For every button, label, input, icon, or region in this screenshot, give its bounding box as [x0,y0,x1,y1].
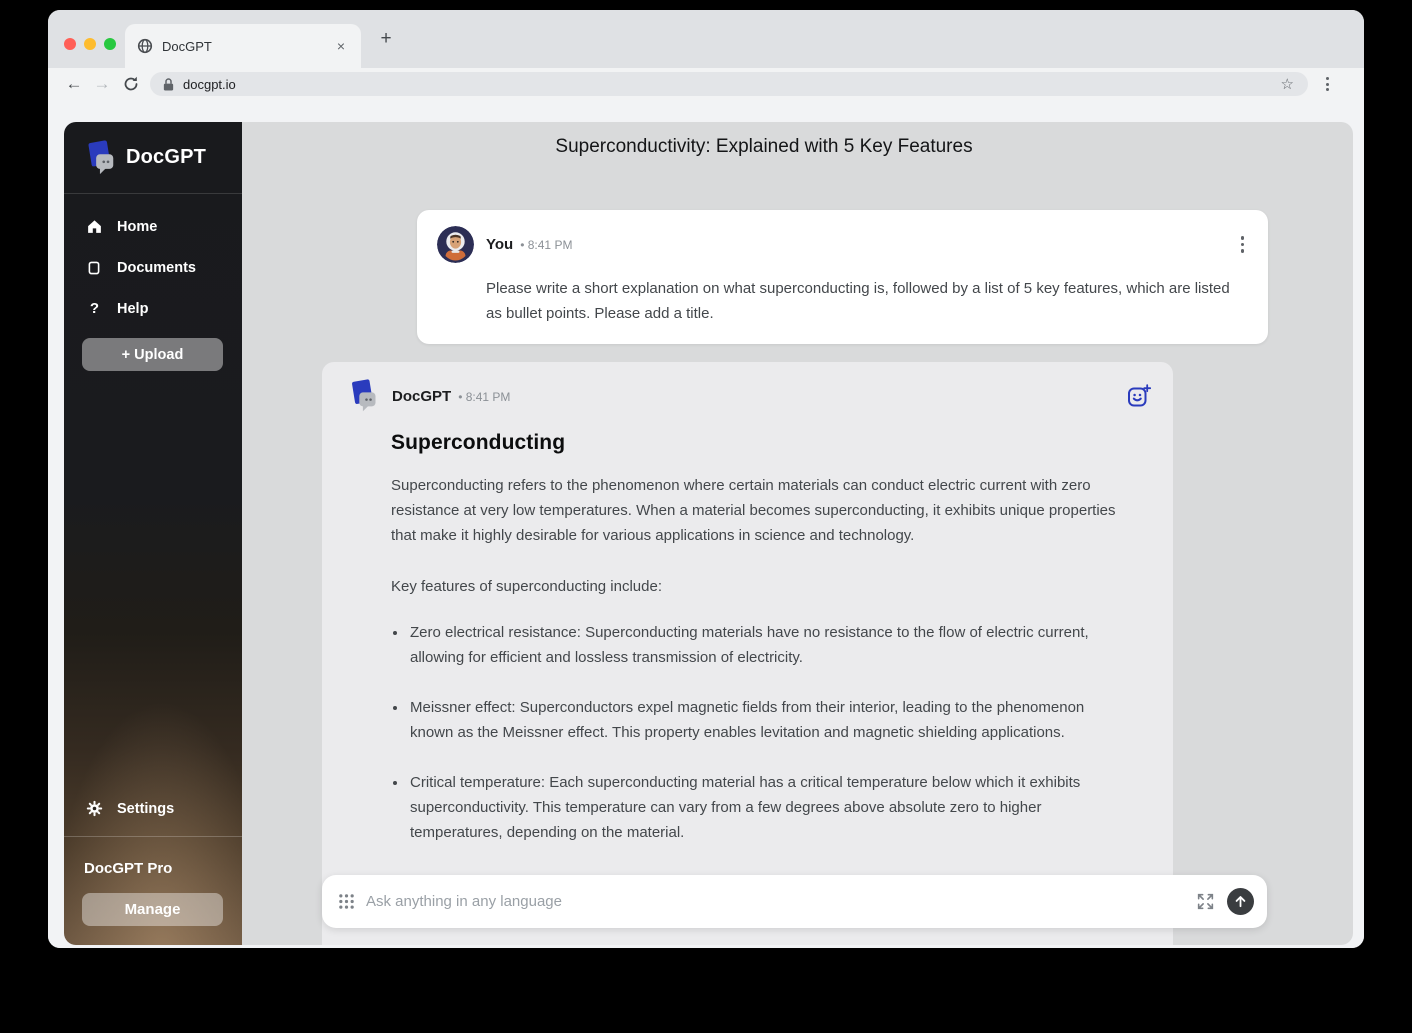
bookmark-star-icon[interactable]: ☆ [1281,75,1294,93]
manage-plan-button[interactable]: Manage [82,893,223,926]
sidebar-item-label: Documents [117,260,196,276]
docgpt-logo-icon [80,139,118,177]
user-message-card: You • 8:41 PM Please write a short expla… [417,210,1268,344]
close-window-button[interactable] [64,38,76,50]
gear-icon [86,800,103,817]
sidebar-item-label: Help [117,301,148,317]
list-item: Zero electrical resistance: Superconduct… [408,620,1129,670]
back-icon[interactable]: ← [60,74,88,94]
chat-main: Superconductivity: Explained with 5 Key … [242,122,1353,945]
sidebar-item-settings[interactable]: Settings [64,788,242,829]
sidebar-item-help[interactable]: ? Help [64,288,242,329]
answer-paragraph: Key features of superconducting include: [391,574,1129,599]
browser-menu-icon[interactable] [1322,73,1333,95]
url-text[interactable]: docgpt.io [183,77,1281,92]
docgpt-app: DocGPT Home [64,122,1353,945]
tab-close-icon[interactable]: × [333,36,349,56]
assistant-message-body: Superconducting Superconducting refers t… [391,431,1151,845]
chat-input[interactable] [366,893,1196,910]
browser-toolbar: ← → docgpt.io ☆ [48,68,1364,100]
brand-row: DocGPT [64,122,242,194]
tab-title: DocGPT [162,39,333,54]
documents-icon [86,259,103,276]
traffic-lights [64,38,116,50]
tab-strip: DocGPT × + [48,10,1364,68]
sidebar-item-documents[interactable]: Documents [64,247,242,288]
sidebar: DocGPT Home [64,122,242,945]
user-message-text: Please write a short explanation on what… [486,276,1234,326]
message-menu-icon[interactable] [1237,232,1249,257]
message-author: DocGPT [392,388,451,405]
answer-paragraph: Superconducting refers to the phenomenon… [391,473,1129,548]
upload-button[interactable]: + Upload [82,338,223,371]
assistant-message-card: DocGPT • 8:41 PM Supercon [322,362,1173,945]
key-features-list: Zero electrical resistance: Superconduct… [408,620,1129,845]
send-button[interactable] [1227,888,1254,915]
pro-plan-label: DocGPT Pro [84,860,172,877]
composer-bar [322,875,1267,928]
message-author: You [486,236,513,253]
sidebar-divider [64,836,242,837]
user-message-header: You • 8:41 PM [437,226,1248,263]
reload-icon[interactable] [122,75,140,93]
lock-icon [162,77,175,92]
chat-title: Superconductivity: Explained with 5 Key … [242,136,1286,158]
url-bar[interactable]: docgpt.io ☆ [150,72,1308,96]
list-item: Critical temperature: Each superconducti… [408,770,1129,845]
apps-grid-icon[interactable] [338,893,355,910]
zoom-window-button[interactable] [104,38,116,50]
help-icon: ? [86,300,103,317]
answer-title: Superconducting [391,431,1129,455]
expand-icon[interactable] [1196,892,1215,911]
forward-icon: → [88,74,116,94]
browser-tab[interactable]: DocGPT × [125,24,361,68]
home-icon [86,218,103,235]
sidebar-item-home[interactable]: Home [64,206,242,247]
brand-name: DocGPT [126,146,206,169]
list-item: Meissner effect: Superconductors expel m… [408,695,1129,745]
new-tab-button[interactable]: + [374,28,398,52]
page-viewport: DocGPT Home [48,100,1364,948]
docgpt-avatar-icon [344,378,380,414]
assistant-message-header: DocGPT • 8:41 PM [344,378,1151,414]
add-reaction-icon[interactable] [1127,384,1151,408]
settings-row: Settings [64,788,242,829]
user-avatar [437,226,474,263]
arrow-up-icon [1233,894,1248,909]
message-time: • 8:41 PM [520,237,572,252]
message-time: • 8:41 PM [458,389,510,404]
sidebar-item-label: Settings [117,801,174,817]
sidebar-item-label: Home [117,219,157,235]
sidebar-nav: Home Documents [64,206,242,329]
browser-window: DocGPT × + ← → docgpt.io ☆ [48,10,1364,948]
globe-favicon-icon [137,38,153,54]
minimize-window-button[interactable] [84,38,96,50]
